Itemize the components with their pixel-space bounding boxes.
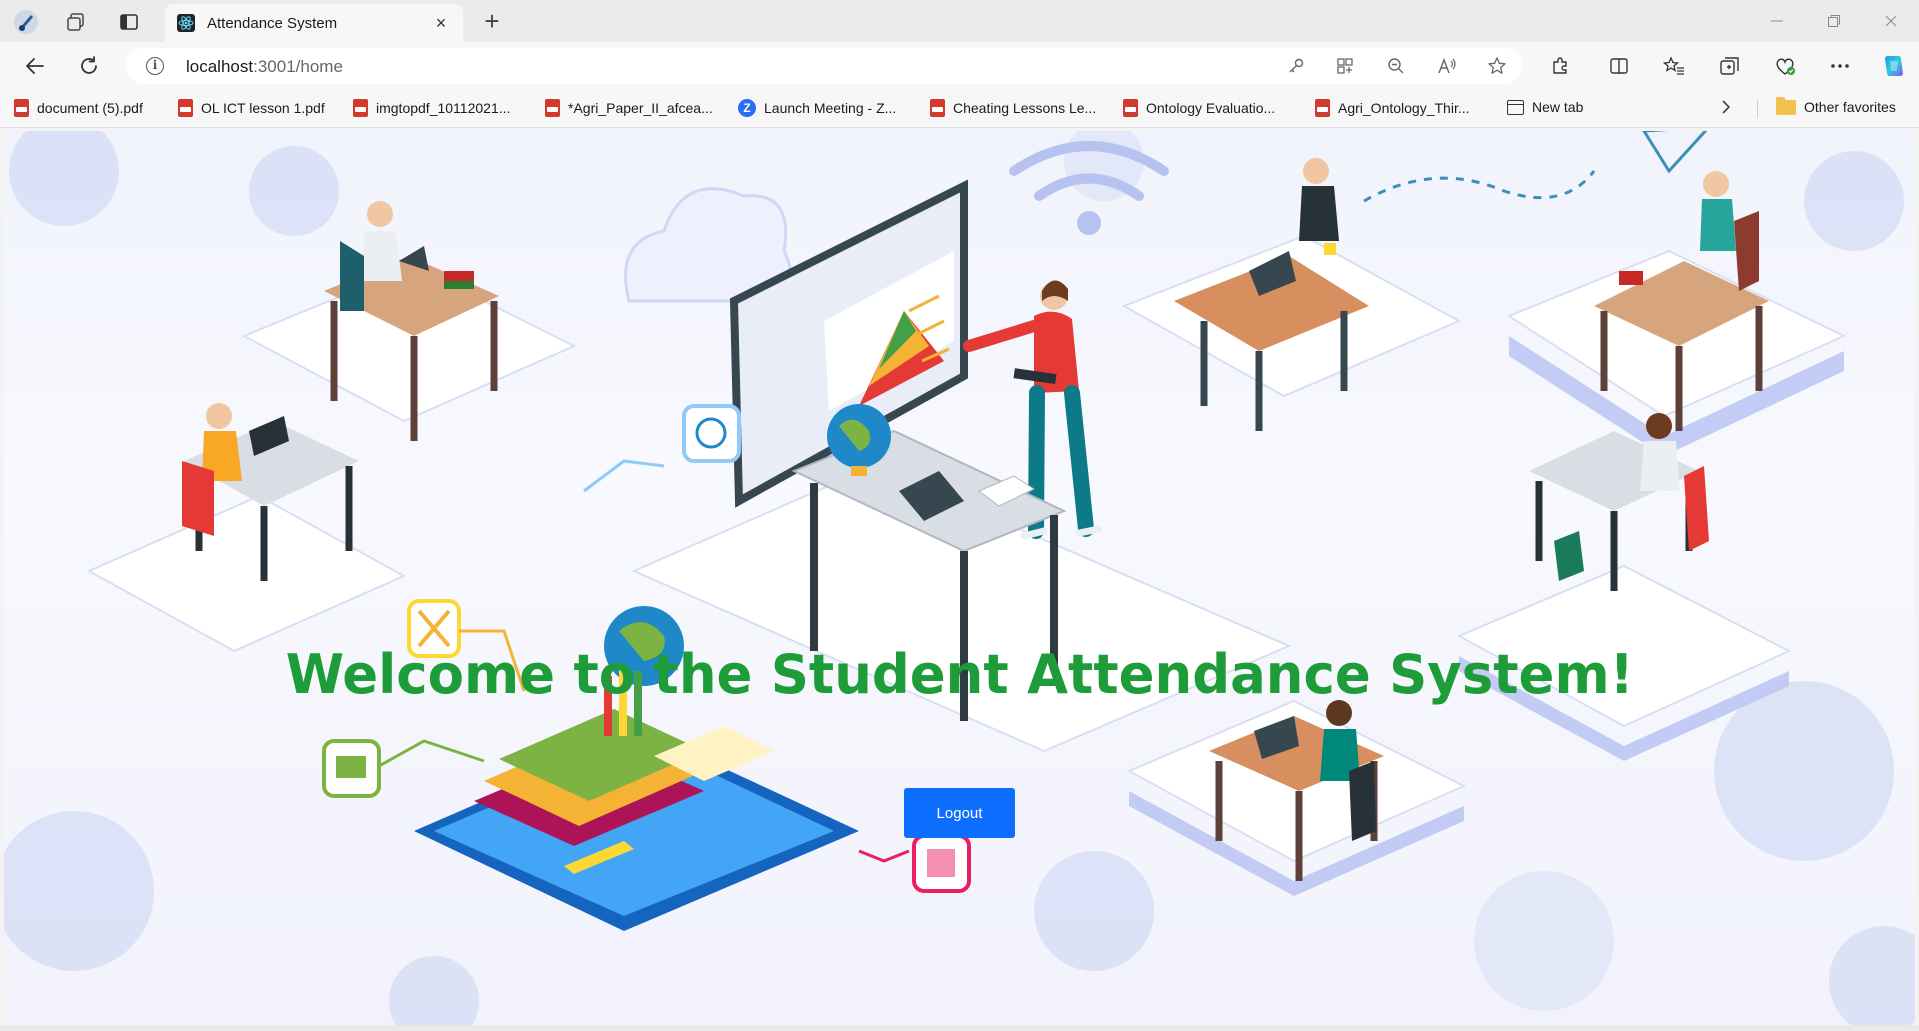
more-options-icon[interactable] bbox=[1826, 53, 1854, 79]
profile-avatar[interactable] bbox=[12, 8, 40, 36]
favorites-divider bbox=[1757, 100, 1758, 118]
favorite-item-3[interactable]: imgtopdf_10112021... bbox=[353, 99, 510, 117]
folder-icon bbox=[1776, 96, 1796, 115]
url-path: :3001/home bbox=[253, 57, 343, 76]
restore-button[interactable] bbox=[1814, 8, 1854, 34]
tab-title: Attendance System bbox=[207, 14, 338, 32]
read-aloud-icon[interactable] bbox=[1435, 55, 1459, 77]
pdf-icon bbox=[1315, 99, 1330, 117]
favorite-item-4[interactable]: *Agri_Paper_II_afcea... bbox=[545, 99, 713, 117]
favorites-list-icon[interactable] bbox=[1660, 53, 1688, 79]
window-bottom-edge bbox=[0, 1025, 1919, 1031]
page-viewport: Welcome to the Student Attendance System… bbox=[4, 131, 1915, 1025]
pdf-icon bbox=[178, 99, 193, 117]
pdf-icon bbox=[545, 99, 560, 117]
favorite-label: imgtopdf_10112021... bbox=[376, 100, 511, 116]
favorite-label: OL ICT lesson 1.pdf bbox=[201, 100, 325, 116]
favorite-label: Launch Meeting - Z... bbox=[764, 100, 897, 116]
favorite-star-icon[interactable] bbox=[1485, 55, 1509, 77]
favorite-label: New tab bbox=[1532, 99, 1584, 115]
favorite-label: Ontology Evaluatio... bbox=[1146, 100, 1276, 116]
url-text[interactable]: localhost:3001/home bbox=[186, 57, 343, 77]
workspaces-icon[interactable] bbox=[62, 8, 90, 36]
apps-icon[interactable] bbox=[1333, 55, 1357, 77]
title-bar: Attendance System × + bbox=[0, 0, 1919, 42]
copilot-icon[interactable] bbox=[1880, 53, 1908, 79]
favorites-bar: document (5).pdf OL ICT lesson 1.pdf img… bbox=[0, 90, 1919, 128]
other-favorites[interactable]: Other favorites bbox=[1776, 96, 1896, 115]
vertical-tabs-icon[interactable] bbox=[115, 8, 143, 36]
close-tab-icon[interactable]: × bbox=[431, 13, 451, 34]
new-tab-icon bbox=[1507, 99, 1524, 115]
favorite-item-6[interactable]: Cheating Lessons Le... bbox=[930, 99, 1096, 117]
navigation-bar: i localhost:3001/home bbox=[0, 42, 1919, 90]
paper-plane-icon bbox=[1642, 131, 1708, 174]
favorite-label: Agri_Ontology_Thir... bbox=[1338, 100, 1470, 116]
favorite-item-1[interactable]: document (5).pdf bbox=[14, 99, 143, 117]
favorite-item-5[interactable]: Z Launch Meeting - Z... bbox=[738, 99, 896, 117]
pdf-icon bbox=[930, 99, 945, 117]
new-tab-button[interactable]: + bbox=[478, 7, 506, 35]
logout-button[interactable]: Logout bbox=[904, 788, 1015, 838]
collections-icon[interactable] bbox=[1716, 53, 1744, 79]
favorite-label: Cheating Lessons Le... bbox=[953, 100, 1097, 116]
url-host: localhost bbox=[186, 57, 254, 76]
key-icon[interactable] bbox=[1284, 55, 1308, 77]
browser-essentials-icon[interactable] bbox=[1771, 53, 1799, 79]
student-desk-top-right bbox=[1594, 171, 1769, 431]
favorite-item-9[interactable]: New tab bbox=[1507, 99, 1583, 115]
address-bar[interactable]: i localhost:3001/home bbox=[126, 48, 1522, 84]
favorite-label: *Agri_Paper_II_afcea... bbox=[568, 100, 713, 116]
extensions-icon[interactable] bbox=[1546, 53, 1574, 79]
welcome-heading-text: Welcome to the Student Attendance System… bbox=[285, 643, 1634, 706]
pdf-icon bbox=[14, 99, 29, 117]
zoom-icon: Z bbox=[738, 99, 756, 117]
pdf-icon bbox=[353, 99, 368, 117]
react-favicon-icon bbox=[177, 14, 195, 32]
pdf-icon bbox=[1123, 99, 1138, 117]
zoom-out-icon[interactable] bbox=[1384, 55, 1408, 77]
favorite-item-8[interactable]: Agri_Ontology_Thir... bbox=[1315, 99, 1470, 117]
tab-attendance-system[interactable]: Attendance System × bbox=[165, 4, 463, 42]
refresh-button[interactable] bbox=[74, 51, 104, 81]
minimize-button[interactable] bbox=[1757, 8, 1797, 34]
chevron-right-icon[interactable] bbox=[1720, 98, 1732, 121]
favorite-label: document (5).pdf bbox=[37, 100, 143, 116]
site-info-icon[interactable]: i bbox=[146, 57, 164, 75]
favorite-item-2[interactable]: OL ICT lesson 1.pdf bbox=[178, 99, 325, 117]
close-window-button[interactable] bbox=[1871, 8, 1911, 34]
favorite-item-7[interactable]: Ontology Evaluatio... bbox=[1123, 99, 1275, 117]
split-screen-icon[interactable] bbox=[1605, 53, 1633, 79]
welcome-heading: Welcome to the Student Attendance System… bbox=[4, 643, 1915, 706]
back-button[interactable] bbox=[20, 51, 50, 81]
other-favorites-label: Other favorites bbox=[1804, 99, 1896, 115]
classroom-background-illustration bbox=[4, 131, 1915, 1025]
